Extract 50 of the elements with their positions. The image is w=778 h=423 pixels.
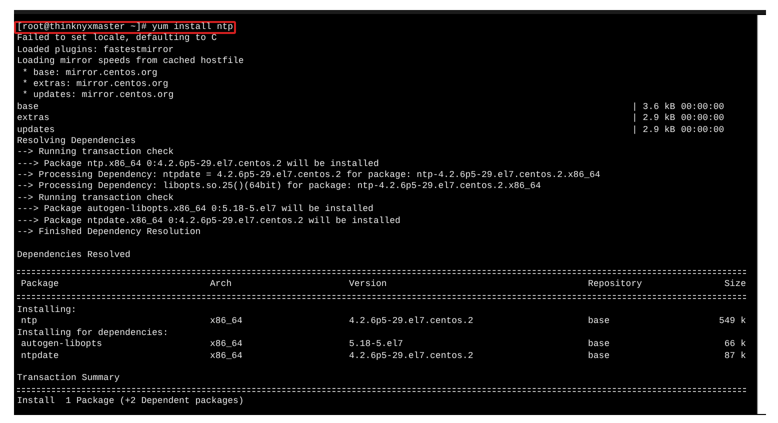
table-cell-text: x86_64 <box>210 350 244 362</box>
log-line: Failed to set locale, defaulting to C <box>17 33 217 45</box>
log-line: Loading mirror speeds from cached hostfile <box>17 56 244 68</box>
repo-name: extras <box>17 113 50 125</box>
column-header: Arch <box>210 278 233 290</box>
summary-line: Install 1 Package (+2 Dependent packages) <box>17 396 244 408</box>
repo-time: 00:00:00 <box>681 113 724 125</box>
table-cell-text: 5.18-5.el7 <box>349 339 404 351</box>
column-header: Version <box>349 278 388 290</box>
table-cell-text: ntpdate <box>20 350 60 362</box>
table-cell-text: x86_64 <box>210 339 244 351</box>
table-cell-text: autogen-libopts <box>20 339 104 351</box>
table-cell-text: ntp <box>20 316 38 328</box>
repo-size: | 2.9 kB <box>632 124 676 136</box>
repo-time: 00:00:00 <box>681 102 724 114</box>
column-header: Repository <box>588 278 644 290</box>
log-line: * base: mirror.centos.org <box>21 68 158 79</box>
table-cell-text: 4.2.6p5-29.el7.centos.2 <box>349 350 474 362</box>
table-cell-text: base <box>588 350 611 362</box>
log-line: * extras: mirror.centos.org <box>21 78 168 90</box>
table-cell-text: base <box>588 339 611 351</box>
log-line: ---> Package ntp.x86_64 0:4.2.6p5-29.el7.centos.2 will be installed <box>17 158 379 170</box>
repo-size: | 2.9 kB <box>632 113 676 125</box>
table-cell-text: base <box>588 316 611 328</box>
column-header: Package <box>20 278 60 290</box>
summary-title: Transaction Summary <box>17 373 120 385</box>
log-line: --> Processing Dependency: ntpdate = 4.2.6p5-29.el7.centos.2 for package: ntp-4.2.6p5-29.el7.centos.2.x86_64 <box>17 170 600 182</box>
log-line: Loaded plugins: fastestmirror <box>17 44 174 56</box>
log-line: Dependencies Resolved <box>17 250 130 262</box>
section-title: Installing: <box>17 304 76 316</box>
log-line: * updates: mirror.centos.org <box>21 90 174 102</box>
log-line: --> Finished Dependency Resolution <box>17 227 201 238</box>
log-line: --> Running transaction check <box>17 192 174 204</box>
scrollbar[interactable] <box>757 15 766 414</box>
log-line: Resolving Dependencies <box>17 136 136 148</box>
log-line: --> Running transaction check <box>17 147 174 159</box>
repo-size: | 3.6 kB <box>632 102 676 114</box>
table-cell-text: 87 k <box>723 350 746 362</box>
repo-time: 00:00:00 <box>681 124 724 136</box>
table-cell-text: x86_64 <box>210 316 244 328</box>
table-cell-text: 4.2.6p5-29.el7.centos.2 <box>349 316 474 328</box>
log-line: --> Processing Dependency: libopts.so.25()(64bit) for package: ntp-4.2.6p5-29.el7.centos.2.x86_64 <box>17 181 541 193</box>
table-cell-text: 66 k <box>723 339 746 351</box>
section-title: Installing for dependencies: <box>17 328 168 340</box>
log-line: ---> Package autogen-libopts.x86_64 0:5.18-5.el7 will be installed <box>17 204 374 216</box>
repo-name: updates <box>17 124 56 136</box>
column-header: Size <box>723 278 746 290</box>
repo-name: base <box>17 102 40 114</box>
log-line: ---> Package ntpdate.x86_64 0:4.2.6p5-29.el7.centos.2 will be installed <box>17 216 400 228</box>
table-cell-text: 549 k <box>718 316 746 328</box>
